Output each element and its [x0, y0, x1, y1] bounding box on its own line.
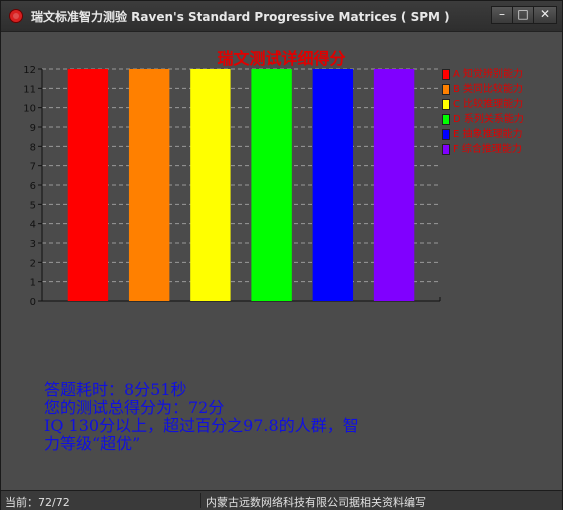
- legend-label: A 知觉辨别能力: [453, 69, 524, 80]
- iq-text-line1: IQ 130分以上，超过百分之97.8的人群，智: [44, 416, 359, 435]
- score-bar-chart: 0123456789101112: [23, 65, 441, 308]
- legend-label: B 类同比较能力: [453, 84, 524, 95]
- legend-label: E 抽象推理能力: [453, 129, 523, 140]
- total-score-text: 您的测试总得分为：72分: [44, 398, 225, 417]
- y-tick-label: 11: [23, 84, 36, 95]
- y-tick-label: 5: [30, 200, 36, 211]
- progress-status: 当前：72/72: [5, 496, 70, 509]
- legend-item: A 知觉辨别能力: [442, 68, 552, 83]
- result-info: 答题耗时：8分51秒 您的测试总得分为：72分 IQ 130分以上，超过百分之9…: [44, 381, 424, 453]
- legend-item: E 抽象推理能力: [442, 128, 552, 143]
- y-tick-label: 9: [30, 123, 36, 134]
- legend-label: D 系列关系能力: [453, 114, 524, 125]
- legend-swatch: [442, 129, 450, 140]
- credit-status: 内蒙古远数网络科技有限公司据相关资料编写: [206, 496, 426, 509]
- bar: [251, 69, 292, 301]
- bar: [67, 69, 109, 301]
- bar: [128, 69, 170, 301]
- bar: [373, 69, 415, 301]
- legend-item: F 综合推理能力: [442, 143, 552, 158]
- status-divider: [200, 493, 201, 508]
- bar: [190, 69, 231, 301]
- status-bar: 当前：72/72 内蒙古远数网络科技有限公司据相关资料编写: [1, 490, 562, 510]
- y-tick-label: 10: [23, 104, 36, 115]
- y-tick-label: 0: [30, 297, 36, 308]
- chart-legend: A 知觉辨别能力 B 类同比较能力 C 比较推理能力 D 系列关系能力 E 抽象推理能力…: [442, 68, 552, 158]
- y-tick-label: 7: [30, 162, 36, 173]
- y-tick-label: 6: [30, 181, 36, 192]
- y-tick-label: 1: [30, 278, 36, 289]
- iq-text-line2: 力等级“超优”: [44, 434, 141, 453]
- legend-swatch: [442, 144, 450, 155]
- legend-swatch: [442, 84, 450, 95]
- y-tick-label: 8: [30, 142, 36, 153]
- legend-label: F 综合推理能力: [453, 144, 522, 155]
- legend-swatch: [442, 69, 450, 80]
- bar: [312, 69, 354, 301]
- legend-item: C 比较推理能力: [442, 98, 552, 113]
- time-used-text: 答题耗时：8分51秒: [44, 380, 187, 399]
- legend-swatch: [442, 114, 450, 125]
- y-tick-label: 2: [30, 258, 36, 269]
- y-tick-label: 3: [30, 239, 36, 250]
- main-window: 瑞文标准智力测验 Raven's Standard Progressive Ma…: [0, 0, 563, 510]
- legend-item: B 类同比较能力: [442, 83, 552, 98]
- legend-item: D 系列关系能力: [442, 113, 552, 128]
- legend-swatch: [442, 99, 450, 110]
- legend-label: C 比较推理能力: [453, 99, 524, 110]
- y-tick-label: 4: [30, 220, 36, 231]
- y-tick-label: 12: [23, 65, 36, 76]
